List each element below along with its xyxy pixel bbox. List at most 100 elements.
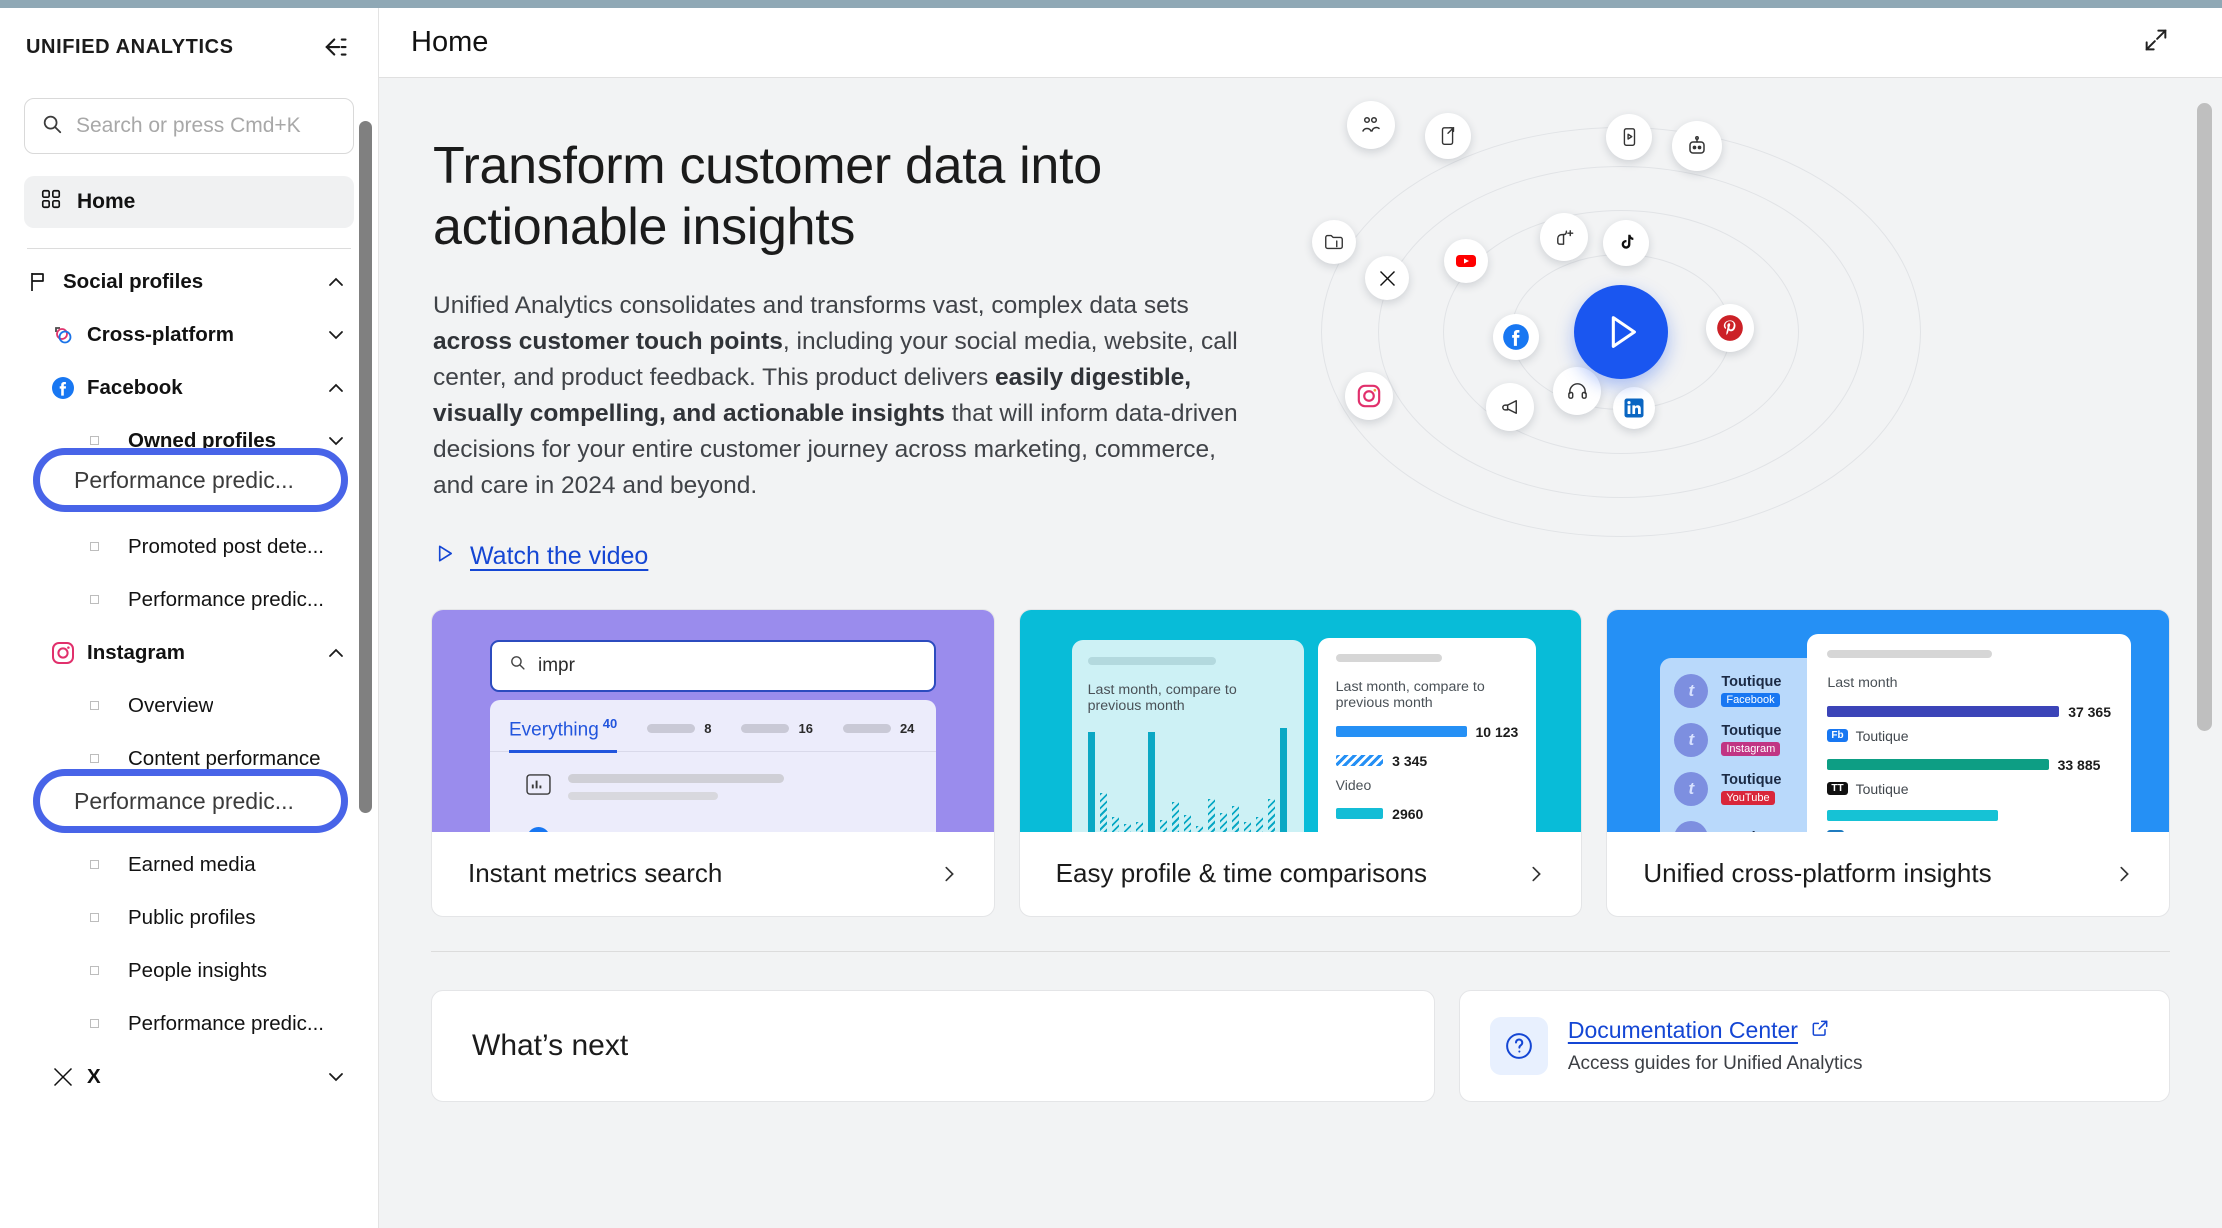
square-bullet: [89, 542, 99, 551]
sidebar-item-x[interactable]: X: [24, 1050, 354, 1103]
sidebar-item-label: Public profiles: [128, 905, 256, 929]
sidebar-item-public-profiles[interactable]: Public profiles: [24, 891, 354, 944]
square-bullet: [89, 595, 99, 604]
chevron-up-icon[interactable]: [324, 641, 348, 665]
square-bullet: [89, 966, 99, 975]
platform-tag: Instagram: [1721, 741, 1781, 756]
sidebar-item-label: Promoted post dete...: [128, 534, 325, 558]
card1-result-row: [490, 752, 936, 800]
card1-search-value: impr: [538, 654, 575, 676]
pinterest-icon[interactable]: [1706, 304, 1754, 352]
play-button-icon[interactable]: [1574, 285, 1668, 379]
search-icon: [41, 113, 63, 140]
youtube-icon[interactable]: [1444, 239, 1488, 283]
main-area: Home Transform customer data into action…: [379, 8, 2222, 1228]
chevron-right-icon[interactable]: [938, 863, 960, 885]
card3-chart-panel: Last month 37 365 Fb Toutique 33 885 TT Touti…: [1807, 633, 2132, 832]
chevron-down-icon[interactable]: [324, 323, 348, 347]
sidebar-scrollbar-thumb[interactable]: [359, 121, 372, 813]
page-title: Home: [411, 26, 489, 58]
square-bullet-icon: [89, 595, 99, 604]
avatar: t: [1674, 771, 1709, 806]
engagement-icon[interactable]: [1540, 213, 1588, 261]
robot-icon[interactable]: [1672, 121, 1722, 171]
chevron-right-icon[interactable]: [2113, 863, 2135, 885]
sidebar-item-label: Performance predic...: [128, 587, 324, 611]
video-mobile-icon[interactable]: [1606, 114, 1652, 160]
card1-tab-label: Everything: [509, 718, 599, 740]
spark-bar: [1099, 792, 1107, 832]
platform-badge: LI: [1827, 830, 1845, 832]
sidebar-item-instagram[interactable]: Instagram: [24, 626, 354, 679]
flag-icon: [27, 270, 51, 294]
instagram-icon: [51, 641, 75, 665]
profile-name: Toutique: [1721, 830, 1781, 832]
chevron-up-icon[interactable]: [324, 376, 348, 400]
megaphone-icon[interactable]: [1486, 383, 1534, 431]
x-icon[interactable]: [1365, 256, 1409, 300]
folder-icon[interactable]: [1312, 220, 1356, 264]
documentation-center-link[interactable]: Documentation Center: [1568, 1017, 1798, 1044]
expand-icon[interactable]: [2142, 26, 2170, 59]
card-unified-cross-platform-insights[interactable]: t Toutique Facebook t Toutique Instagram t Tout…: [1606, 608, 2171, 917]
avatar: t: [1674, 722, 1709, 757]
chevron-right-icon[interactable]: [1525, 863, 1547, 885]
chart-bar-label: Toutique: [1855, 727, 1909, 744]
card-title: Easy profile & time comparisons: [1055, 858, 1428, 889]
highlight-performance-prediction-instagram[interactable]: Performance predic...: [33, 769, 348, 833]
card1-tab-everything: Everything 40: [509, 716, 618, 754]
sidebar-item-cross-platform[interactable]: Cross-platform: [24, 308, 354, 361]
chevron-up-icon[interactable]: [324, 270, 348, 294]
square-bullet: [89, 754, 99, 763]
search-input[interactable]: [76, 114, 337, 138]
skeleton-bar: [741, 723, 790, 733]
card1-tab-count: 24: [899, 720, 915, 736]
sidebar-item-overview[interactable]: Overview: [24, 679, 354, 732]
main-scrollbar-thumb[interactable]: [2197, 103, 2212, 731]
card1-result-row: [490, 800, 936, 832]
watch-video-link[interactable]: Watch the video: [433, 542, 648, 571]
external-link-icon[interactable]: [1810, 1018, 1830, 1043]
tiktok-icon[interactable]: [1603, 220, 1649, 266]
highlight-performance-prediction-facebook[interactable]: Performance predic...: [33, 448, 348, 512]
card1-search-field: impr: [490, 639, 936, 692]
spark-bar: [1147, 732, 1155, 832]
chart-bar-row: 3 345: [1335, 753, 1519, 769]
sidebar-item-performance-predic[interactable]: Performance predic...: [24, 997, 354, 1050]
sidebar-item-people-insights[interactable]: People insights: [24, 944, 354, 997]
sidebar-item-label: Home: [77, 190, 136, 213]
sidebar-item-facebook[interactable]: Facebook: [24, 361, 354, 414]
instagram-icon[interactable]: [1345, 372, 1393, 420]
facebook-icon[interactable]: [1493, 314, 1539, 360]
headphones-icon[interactable]: [1553, 367, 1601, 415]
card-easy-profile-comparisons[interactable]: Last month, compare to previous month La…: [1018, 608, 1583, 917]
card-artwork: Last month, compare to previous month La…: [1019, 609, 1582, 832]
card-instant-metrics-search[interactable]: impr Everything 40 8 16 24 Instant metri…: [431, 608, 995, 917]
square-bullet-icon: [89, 436, 99, 445]
audience-icon[interactable]: [1347, 101, 1395, 149]
chevron-down-icon[interactable]: [324, 429, 348, 453]
card2-left-panel: Last month, compare to previous month: [1071, 639, 1304, 832]
chart-bar-row: 37 365: [1827, 704, 2111, 720]
square-bullet: [89, 1019, 99, 1028]
play-triangle-icon: [433, 542, 456, 570]
chevron-down-icon[interactable]: [324, 1065, 348, 1089]
search-box[interactable]: [24, 98, 354, 154]
brand-title: UNIFIED ANALYTICS: [26, 35, 234, 58]
card-artwork: t Toutique Facebook t Toutique Instagram t Tout…: [1607, 609, 2170, 832]
card2-right-panel: Last month, compare to previous month 10…: [1317, 637, 1537, 832]
sidebar-item-social-profiles[interactable]: Social profiles: [24, 255, 354, 308]
sidebar-item-performance-predic[interactable]: Performance predic...: [24, 573, 354, 626]
share-mobile-icon[interactable]: [1425, 113, 1471, 159]
sidebar-item-earned-media[interactable]: Earned media: [24, 838, 354, 891]
linkedin-icon[interactable]: [1613, 387, 1655, 429]
sidebar-item-home[interactable]: Home: [24, 176, 354, 228]
collapse-sidebar-icon[interactable]: [318, 32, 348, 62]
card1-tab-count: 8: [704, 720, 712, 736]
spark-bar: [1255, 817, 1263, 832]
sidebar-item-promoted-post-dete[interactable]: Promoted post dete...: [24, 520, 354, 573]
chart-bar: [1827, 759, 2049, 771]
square-bullet-icon: [89, 542, 99, 551]
cross-platform-icon: [51, 323, 75, 347]
square-bullet-icon: [89, 860, 99, 869]
